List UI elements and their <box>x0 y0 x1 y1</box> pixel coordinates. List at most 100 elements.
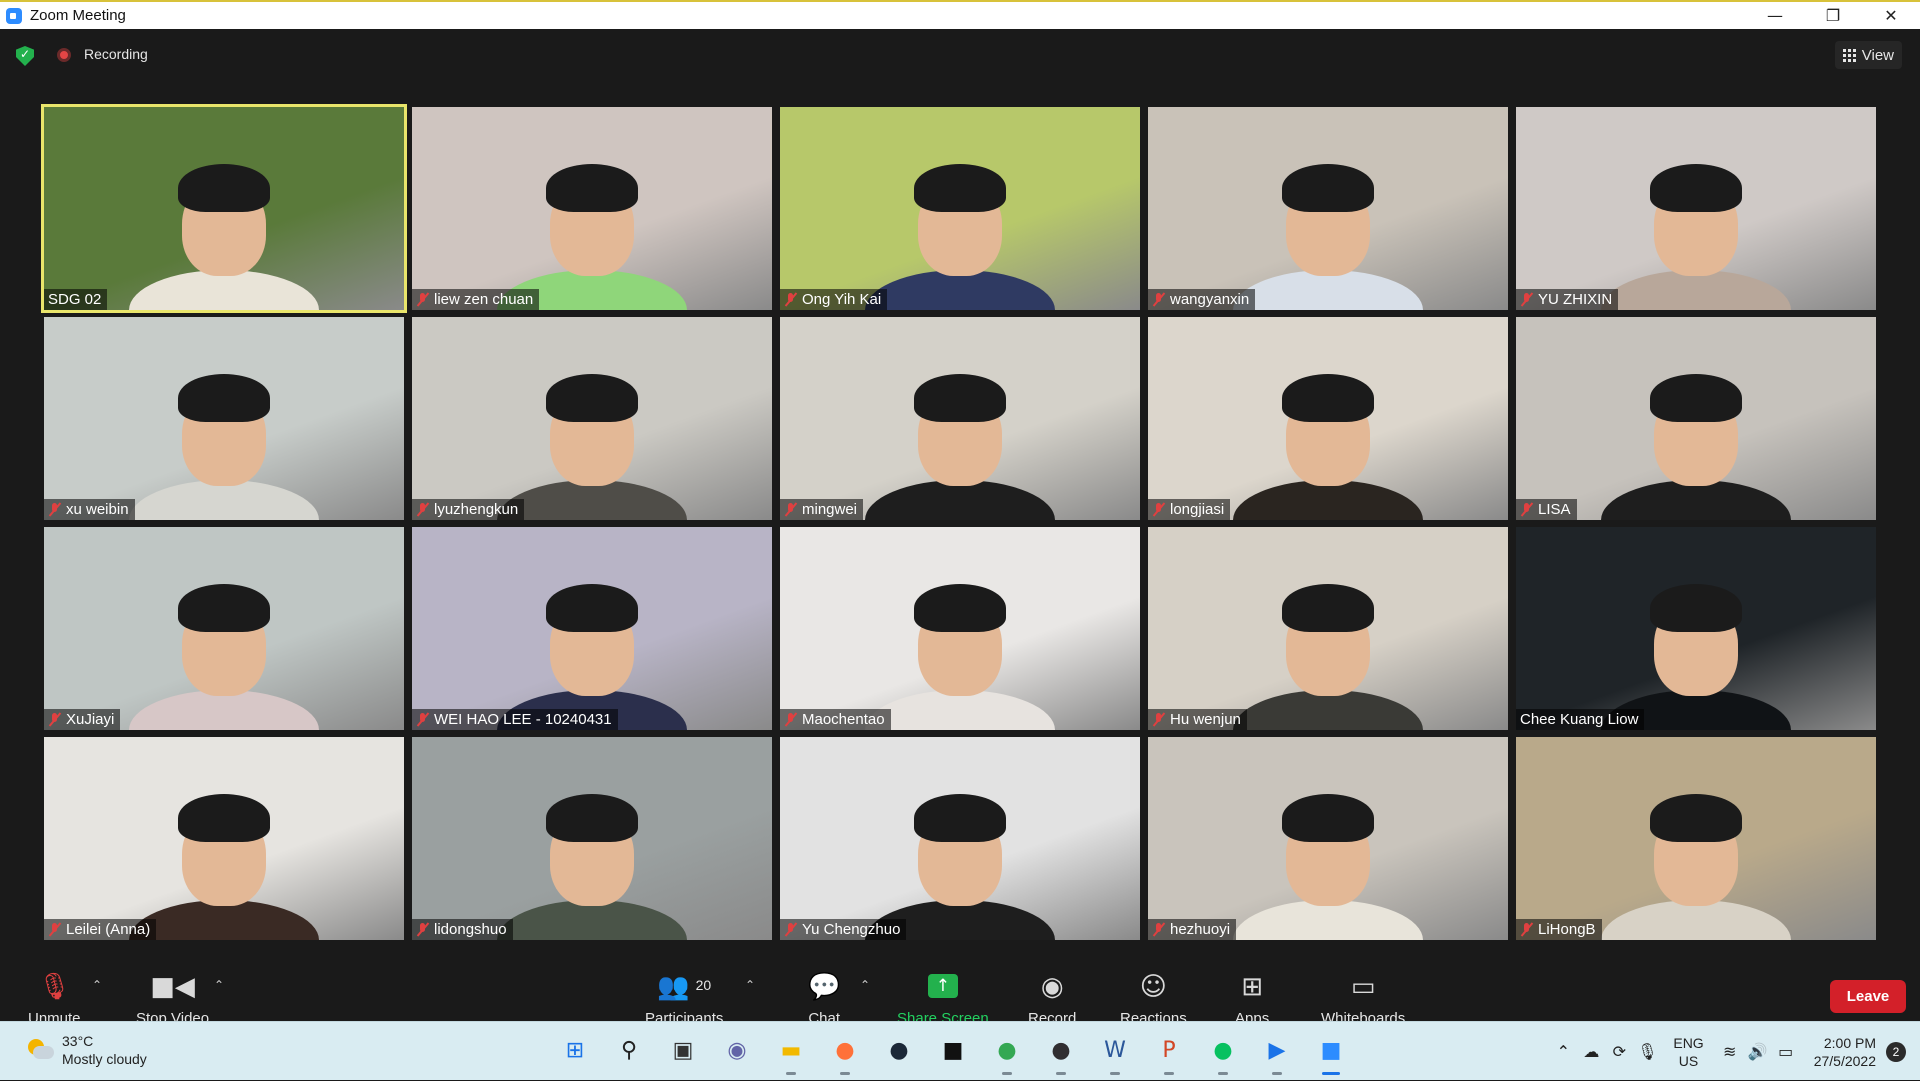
clock[interactable]: 2:00 PM 27/5/2022 <box>1814 1034 1876 1070</box>
chat-button[interactable]: 💬 Chat <box>808 968 840 1027</box>
participant-video-tile[interactable]: hezhuoyi <box>1148 737 1508 940</box>
participant-video-tile[interactable]: Hu wenjun <box>1148 527 1508 730</box>
participant-video-tile[interactable]: lyuzhengkun <box>412 317 772 520</box>
participant-video-tile[interactable]: mingwei <box>780 317 1140 520</box>
audio-options-caret-icon[interactable]: ⌃ <box>92 978 102 992</box>
share-screen-icon-wrap: ↑ <box>927 968 958 1002</box>
participant-video-tile[interactable]: XuJiayi <box>44 527 404 730</box>
participant-name-tag: Leilei (Anna) <box>44 919 157 940</box>
muted-microphone-icon <box>416 502 430 517</box>
security-shield-icon[interactable] <box>16 46 34 66</box>
muted-microphone-icon <box>416 292 430 307</box>
task-view-icon[interactable]: ▣ <box>663 1030 703 1070</box>
unmute-button[interactable]: 🎙 Unmute <box>28 968 81 1027</box>
participant-video-tile[interactable]: SDG 02 <box>41 104 407 313</box>
reactions-button[interactable]: ☺ Reactions <box>1120 968 1187 1027</box>
muted-microphone-icon <box>1520 922 1534 937</box>
steam-icon[interactable]: ● <box>879 1030 919 1070</box>
start-icon[interactable]: ⊞ <box>555 1030 595 1070</box>
muted-microphone-icon <box>784 922 798 937</box>
powerpoint-icon[interactable]: P <box>1149 1030 1189 1075</box>
teams-chat-icon[interactable]: ◉ <box>717 1030 757 1070</box>
minimize-button[interactable]: — <box>1746 2 1804 29</box>
leave-button[interactable]: Leave <box>1830 980 1906 1013</box>
share-screen-button[interactable]: ↑ Share Screen <box>897 968 989 1027</box>
word-icon[interactable]: W <box>1095 1030 1135 1075</box>
language-code: ENG <box>1673 1034 1704 1051</box>
participant-video-tile[interactable]: Leilei (Anna) <box>44 737 404 940</box>
participant-name: SDG 02 <box>48 291 102 308</box>
language-indicator[interactable]: ENG US <box>1673 1034 1703 1070</box>
participant-hair <box>1282 583 1374 632</box>
participant-name: YU ZHIXIN <box>1538 291 1613 308</box>
windows-taskbar: 33°C Mostly cloudy ⊞ ⚲ ▣ ◉ ▬ ● ● ■ ● ● W P ● ▶ ■ ⌃ ☁ ⟳… <box>0 1021 1920 1080</box>
stop-video-button[interactable]: ■◀ Stop Video <box>136 968 209 1027</box>
taskbar-apps: ⊞ ⚲ ▣ ◉ ▬ ● ● ■ ● ● W P ● ▶ ■ <box>555 1030 1351 1075</box>
meeting-top-bar: Recording View <box>0 29 1920 79</box>
participant-video-tile[interactable]: Yu Chengzhuo <box>780 737 1140 940</box>
smiley-plus-icon: ☺ <box>1139 972 1167 1002</box>
wifi-icon[interactable]: ≋ <box>1716 1042 1744 1061</box>
epic-games-icon[interactable]: ■ <box>933 1030 973 1070</box>
participants-button[interactable]: 👥 20 Participants <box>645 968 723 1027</box>
media-player-icon[interactable]: ▶ <box>1257 1030 1297 1075</box>
view-label: View <box>1861 46 1894 64</box>
sync-icon[interactable]: ⟳ <box>1605 1042 1633 1061</box>
participant-video-tile[interactable]: LiHongB <box>1516 737 1876 940</box>
participant-name-tag: longjiasi <box>1148 499 1231 520</box>
participant-hair <box>1282 373 1374 422</box>
video-options-caret-icon[interactable]: ⌃ <box>214 978 224 992</box>
participant-name-tag: lyuzhengkun <box>412 499 525 520</box>
participant-name: hezhuoyi <box>1170 921 1231 938</box>
participant-name: LISA <box>1538 501 1571 518</box>
apps-button[interactable]: ⊞ Apps <box>1235 968 1269 1027</box>
whiteboards-button[interactable]: ▭ Whiteboards <box>1321 968 1405 1027</box>
file-explorer-icon[interactable]: ▬ <box>771 1030 811 1075</box>
firefox-icon[interactable]: ● <box>825 1030 865 1075</box>
search-icon[interactable]: ⚲ <box>609 1030 649 1070</box>
meeting-area: Recording View SDG 02 liew zen chuan Ong Y… <box>0 29 1920 1050</box>
participant-video-tile[interactable]: YU ZHIXIN <box>1516 107 1876 310</box>
participant-video-tile[interactable]: Chee Kuang Liow <box>1516 527 1876 730</box>
participant-video-tile[interactable]: Maochentao <box>780 527 1140 730</box>
participant-video-tile[interactable]: liew zen chuan <box>412 107 772 310</box>
participant-name-tag: XuJiayi <box>44 709 121 730</box>
restore-button[interactable]: ❐ <box>1804 2 1862 29</box>
participant-name-tag: Chee Kuang Liow <box>1516 709 1645 730</box>
muted-microphone-icon <box>1152 922 1166 937</box>
participants-options-caret-icon[interactable]: ⌃ <box>745 978 755 992</box>
weather-widget[interactable]: 33°C Mostly cloudy <box>26 1032 147 1068</box>
participant-video-tile[interactable]: wangyanxin <box>1148 107 1508 310</box>
participant-name-tag: lidongshuo <box>412 919 513 940</box>
weather-condition: Mostly cloudy <box>62 1051 147 1067</box>
participant-video-tile[interactable]: LISA <box>1516 317 1876 520</box>
participant-name: Hu wenjun <box>1170 711 1241 728</box>
participant-name: XuJiayi <box>66 711 115 728</box>
window-title: Zoom Meeting <box>30 7 126 24</box>
obs-icon[interactable]: ● <box>1041 1030 1081 1075</box>
participant-video-tile[interactable]: xu weibin <box>44 317 404 520</box>
participant-video-tile[interactable]: longjiasi <box>1148 317 1508 520</box>
chat-options-caret-icon[interactable]: ⌃ <box>860 978 870 992</box>
record-button[interactable]: ◉ Record <box>1028 968 1076 1027</box>
volume-icon[interactable]: 🔊 <box>1744 1042 1772 1061</box>
participant-name: Yu Chengzhuo <box>802 921 901 938</box>
record-icon: ◉ <box>1040 972 1064 1002</box>
chrome-icon[interactable]: ● <box>987 1030 1027 1075</box>
participant-video-tile[interactable]: WEI HAO LEE - 10240431 <box>412 527 772 730</box>
show-hidden-icons-icon[interactable]: ⌃ <box>1549 1042 1577 1061</box>
participant-name-tag: hezhuoyi <box>1148 919 1237 940</box>
battery-icon[interactable]: ▭ <box>1772 1042 1800 1061</box>
view-button[interactable]: View <box>1834 41 1902 69</box>
notification-badge[interactable]: 2 <box>1886 1041 1906 1062</box>
participant-video-tile[interactable]: Ong Yih Kai <box>780 107 1140 310</box>
participant-video-tile[interactable]: lidongshuo <box>412 737 772 940</box>
participant-hair <box>914 373 1006 422</box>
wechat-icon[interactable]: ● <box>1203 1030 1243 1075</box>
participant-name-tag: LiHongB <box>1516 919 1602 940</box>
onedrive-cloud-icon[interactable]: ☁ <box>1577 1042 1605 1061</box>
close-button[interactable]: ✕ <box>1862 2 1920 29</box>
zoom-icon[interactable]: ■ <box>1311 1030 1351 1075</box>
microphone-icon[interactable]: 🎙 <box>1633 1042 1661 1061</box>
participant-name-tag: LISA <box>1516 499 1577 520</box>
